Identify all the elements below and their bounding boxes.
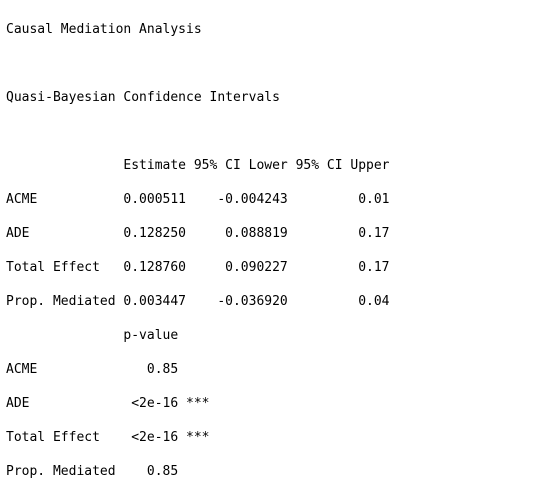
output-subtitle: Quasi-Bayesian Confidence Intervals <box>6 89 535 106</box>
table1-row-acme: ACME 0.000511 -0.004243 0.01 <box>6 191 535 208</box>
output-title: Causal Mediation Analysis <box>6 21 535 38</box>
table1-row-ade: ADE 0.128250 0.088819 0.17 <box>6 225 535 242</box>
blank <box>6 55 535 72</box>
table2-row-prop: Prop. Mediated 0.85 <box>6 463 535 480</box>
table2-header: p-value <box>6 327 535 344</box>
table2-row-total: Total Effect <2e-16 *** <box>6 429 535 446</box>
blank <box>6 123 535 140</box>
table1-header: Estimate 95% CI Lower 95% CI Upper <box>6 157 535 174</box>
table1-row-total: Total Effect 0.128760 0.090227 0.17 <box>6 259 535 276</box>
table2-row-ade: ADE <2e-16 *** <box>6 395 535 412</box>
table1-row-prop: Prop. Mediated 0.003447 -0.036920 0.04 <box>6 293 535 310</box>
r-console[interactable]: Causal Mediation Analysis Quasi-Bayesian… <box>0 0 541 500</box>
table2-row-acme: ACME 0.85 <box>6 361 535 378</box>
